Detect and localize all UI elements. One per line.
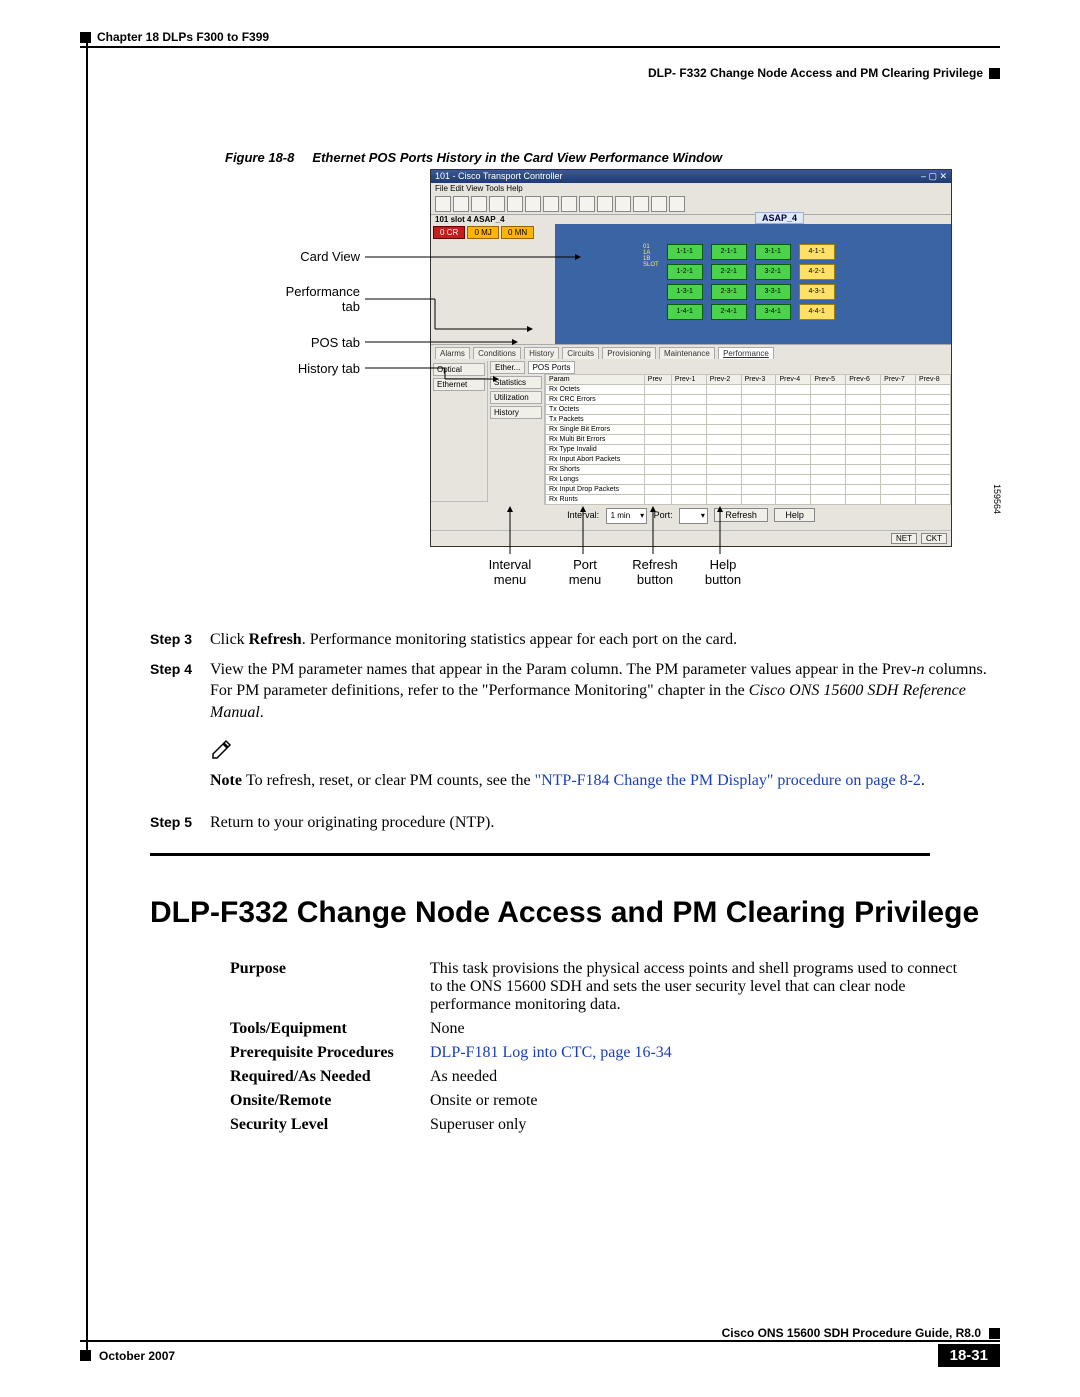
- section-title-header: DLP- F332 Change Node Access and PM Clea…: [648, 66, 983, 80]
- section-divider: [150, 853, 930, 856]
- proc-val-onsite: Onsite or remote: [430, 1092, 960, 1110]
- proc-key-security: Security Level: [230, 1116, 430, 1134]
- proc-val-security: Superuser only: [430, 1116, 960, 1134]
- ctc-slot-label: 101 slot 4 ASAP_4: [435, 215, 505, 224]
- procedure-info-table: Purpose This task provisions the physica…: [230, 960, 960, 1134]
- page-header: Chapter 18 DLPs F300 to F399 DLP- F332 C…: [80, 30, 1000, 80]
- footer-date: October 2007: [99, 1349, 175, 1363]
- step-label: Step 5: [150, 812, 210, 834]
- pos-ports-tab[interactable]: POS Ports: [528, 361, 576, 374]
- procedure-steps: Step 3 Click Refresh. Performance monito…: [150, 629, 990, 833]
- callout-help-button: Helpbutton: [688, 557, 758, 587]
- ctc-menubar[interactable]: File Edit View Tools Help: [431, 183, 951, 194]
- section-heading: DLP-F332 Change Node Access and PM Clear…: [150, 896, 1000, 930]
- port-label: Port:: [654, 510, 673, 520]
- ctc-alarm-summary: 0 CR 0 MJ 0 MN: [431, 224, 555, 344]
- ctc-main-tabs[interactable]: Alarms Conditions History Circuits Provi…: [431, 345, 951, 361]
- callout-interval-menu: Intervalmenu: [475, 557, 545, 587]
- chapter-title: Chapter 18 DLPs F300 to F399: [97, 30, 269, 44]
- page-number: 18-31: [938, 1344, 1000, 1367]
- callout-card-view: Card View: [220, 249, 360, 264]
- footer-guide: Cisco ONS 15600 SDH Procedure Guide, R8.…: [722, 1326, 981, 1340]
- proc-key-required: Required/As Needed: [230, 1068, 430, 1086]
- callout-refresh-button: Refreshbutton: [620, 557, 690, 587]
- ctc-bottom-controls: Interval: 1 min Port: Refresh Help: [431, 501, 951, 530]
- note-pencil-icon: [210, 737, 234, 761]
- callout-pos-tab: POS tab: [220, 335, 360, 350]
- proc-val-purpose: This task provisions the physical access…: [430, 960, 960, 1014]
- callout-port-menu: Portmenu: [550, 557, 620, 587]
- footer-bullet-icon: [80, 1350, 91, 1361]
- port-menu[interactable]: [679, 508, 708, 524]
- note-label: Note: [210, 770, 246, 792]
- step-label: Step 4: [150, 659, 210, 792]
- proc-val-required: As needed: [430, 1068, 960, 1086]
- callout-history-tab: History tab: [220, 361, 360, 376]
- ctc-window: 101 - Cisco Transport Controller – ▢ ✕ F…: [430, 169, 952, 547]
- proc-key-tools: Tools/Equipment: [230, 1020, 430, 1038]
- interval-menu[interactable]: 1 min: [606, 508, 648, 524]
- interval-label: Interval:: [567, 510, 599, 520]
- figure-label: Figure 18-8: [225, 150, 294, 165]
- prereq-link[interactable]: DLP-F181 Log into CTC, page 16-34: [430, 1044, 672, 1061]
- asap-label: ASAP_4: [755, 212, 804, 224]
- step-4: Step 4 View the PM parameter names that …: [150, 659, 990, 792]
- proc-key-purpose: Purpose: [230, 960, 430, 978]
- proc-key-onsite: Onsite/Remote: [230, 1092, 430, 1110]
- ctc-inner-tabs[interactable]: Statistics Utilization History: [488, 374, 545, 505]
- step-label: Step 3: [150, 629, 210, 651]
- header-bullet-icon: [989, 68, 1000, 79]
- step-5: Step 5 Return to your originating proced…: [150, 812, 990, 834]
- card-view-graphic[interactable]: ASAP_4 011A1BSLOT 1-1-11-2-11-3-11-4-1 2…: [555, 224, 951, 344]
- step-3: Step 3 Click Refresh. Performance monito…: [150, 629, 990, 651]
- ctc-toolbar[interactable]: [431, 194, 951, 215]
- note-block: Note To refresh, reset, or clear PM coun…: [210, 770, 990, 792]
- refresh-button[interactable]: Refresh: [714, 508, 768, 522]
- callout-performance-tab: Performancetab: [220, 284, 360, 314]
- figure-18-8: Figure 18-8 Ethernet POS Ports History i…: [80, 150, 1000, 609]
- window-controls-icon: – ▢ ✕: [921, 171, 947, 182]
- page-footer: Cisco ONS 15600 SDH Procedure Guide, R8.…: [80, 1326, 1000, 1367]
- pm-history-grid[interactable]: Param Prev Prev-1 Prev-2 Prev-3 Prev-4 P…: [545, 374, 951, 505]
- figure-title: Ethernet POS Ports History in the Card V…: [312, 150, 722, 165]
- footer-bullet-icon: [989, 1328, 1000, 1339]
- help-button[interactable]: Help: [774, 508, 815, 522]
- figure-image-id: 159564: [992, 484, 1002, 514]
- ctc-statusbar: NETCKT: [431, 530, 951, 546]
- proc-val-tools: None: [430, 1020, 960, 1038]
- note-xref-link[interactable]: "NTP-F184 Change the PM Display" procedu…: [535, 772, 921, 789]
- proc-key-prereq: Prerequisite Procedures: [230, 1044, 430, 1062]
- ctc-title: 101 - Cisco Transport Controller: [435, 171, 563, 182]
- ctc-side-tabs[interactable]: Optical Ethernet: [431, 361, 488, 501]
